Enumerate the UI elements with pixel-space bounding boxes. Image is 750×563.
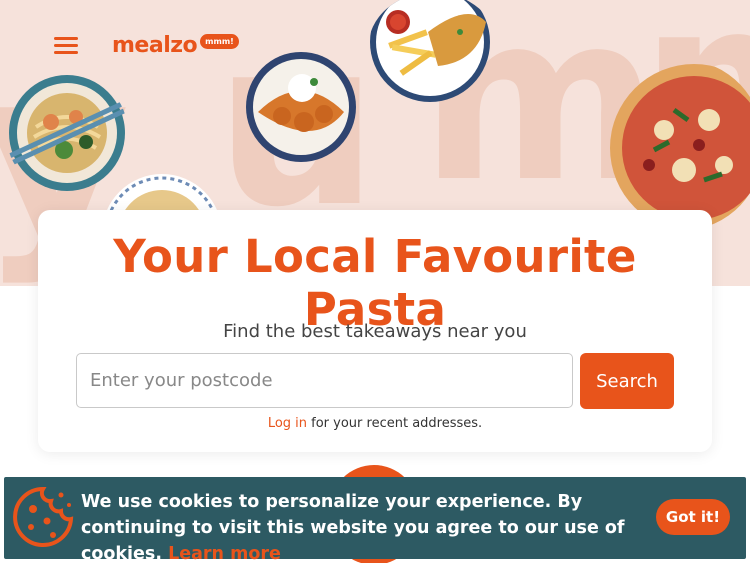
cookie-message-text: We use cookies to personalize your exper… <box>81 492 625 563</box>
search-button[interactable]: Search <box>580 353 674 409</box>
cookie-message: We use cookies to personalize your exper… <box>81 489 651 563</box>
login-link[interactable]: Log in <box>268 416 307 431</box>
hamburger-menu-icon[interactable] <box>54 34 80 56</box>
login-hint-text: for your recent addresses. <box>307 416 483 431</box>
logo-text: mealzo <box>112 32 198 58</box>
postcode-input[interactable] <box>76 353 573 408</box>
pizza-image <box>610 64 750 230</box>
noodle-bowl-image <box>6 75 128 191</box>
logo-speech-bubble: mmm! <box>200 33 239 49</box>
cookie-banner: We use cookies to personalize your exper… <box>4 477 746 563</box>
cookie-icon <box>13 486 74 547</box>
page-subtitle: Find the best takeaways near you <box>223 321 527 342</box>
accept-cookies-button[interactable]: Got it! <box>656 499 730 535</box>
search-card: Your Local Favourite Pasta Find the best… <box>38 210 712 452</box>
learn-more-link[interactable]: Learn more <box>168 544 281 563</box>
login-hint: Log in for your recent addresses. <box>38 416 712 431</box>
mealzo-logo[interactable]: mealzo mmm! <box>112 30 239 60</box>
curry-bowl-image <box>246 52 356 162</box>
